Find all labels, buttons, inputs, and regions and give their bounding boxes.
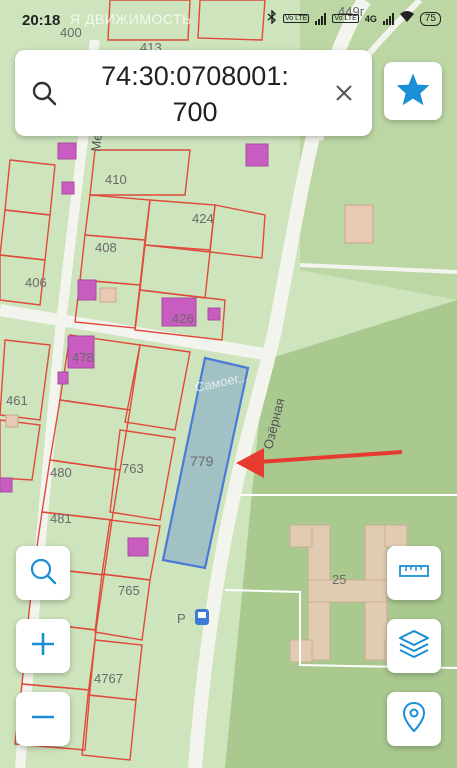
parcel-label: 763 bbox=[122, 461, 144, 476]
search-query-line2: 700 bbox=[172, 97, 218, 127]
parcel-label: 480 bbox=[50, 465, 72, 480]
parking-label: P bbox=[177, 611, 186, 626]
layers-button[interactable] bbox=[387, 619, 441, 673]
minus-icon bbox=[30, 704, 56, 735]
search-icon[interactable] bbox=[31, 80, 57, 106]
signal-icon bbox=[315, 12, 327, 25]
bus-stop-icon bbox=[195, 609, 209, 625]
parcel-label: 461 bbox=[6, 393, 28, 408]
parcel-label: 765 bbox=[118, 583, 140, 598]
status-time: 20:18 bbox=[22, 12, 61, 29]
zoom-in-button[interactable] bbox=[16, 619, 70, 673]
star-icon bbox=[395, 72, 431, 111]
ruler-button[interactable] bbox=[387, 546, 441, 600]
parcel-label-779: 779 bbox=[190, 453, 214, 469]
ruler-icon bbox=[399, 563, 429, 584]
parcel-label: 408 bbox=[95, 240, 117, 255]
parcel-label: 410 bbox=[105, 172, 127, 187]
status-bar: 20:18 Я ДВИЖИМОСТЬ Vo LTE Vo LTE 4G 75 bbox=[0, 0, 457, 40]
location-button[interactable] bbox=[387, 692, 441, 746]
parcel-label: 478 bbox=[72, 350, 94, 365]
signal-icon-2 bbox=[382, 12, 394, 25]
wifi-icon bbox=[399, 11, 414, 26]
parcel-label: 4767 bbox=[94, 671, 123, 686]
volte-badge-2: Vo LTE bbox=[332, 14, 359, 23]
zoom-out-button[interactable] bbox=[16, 692, 70, 746]
parcel-label: 426 bbox=[172, 311, 194, 326]
plus-icon bbox=[30, 631, 56, 662]
close-icon[interactable] bbox=[334, 83, 354, 103]
parcel-label: 424 bbox=[192, 211, 214, 226]
location-pin-icon bbox=[402, 701, 426, 738]
magnifier-icon bbox=[28, 556, 58, 591]
battery-indicator: 75 bbox=[419, 11, 441, 26]
network-type: 4G bbox=[364, 13, 377, 24]
parcel-label: 25 bbox=[332, 572, 346, 587]
app-watermark: Я ДВИЖИМОСТЬ bbox=[70, 11, 192, 27]
layers-icon bbox=[398, 629, 430, 664]
parcel-label: 406 bbox=[25, 275, 47, 290]
search-box[interactable]: 74:30:0708001: 700 bbox=[15, 50, 372, 136]
favorite-button[interactable] bbox=[384, 62, 442, 120]
zoom-search-button[interactable] bbox=[16, 546, 70, 600]
status-icons: Vo LTE Vo LTE 4G 75 bbox=[267, 9, 441, 27]
parcel-label: 481 bbox=[50, 511, 72, 526]
search-query-line1: 74:30:0708001: bbox=[101, 61, 289, 91]
search-input[interactable]: 74:30:0708001: 700 bbox=[70, 58, 320, 130]
volte-badge: Vo LTE bbox=[282, 14, 310, 23]
bluetooth-icon bbox=[267, 9, 277, 27]
